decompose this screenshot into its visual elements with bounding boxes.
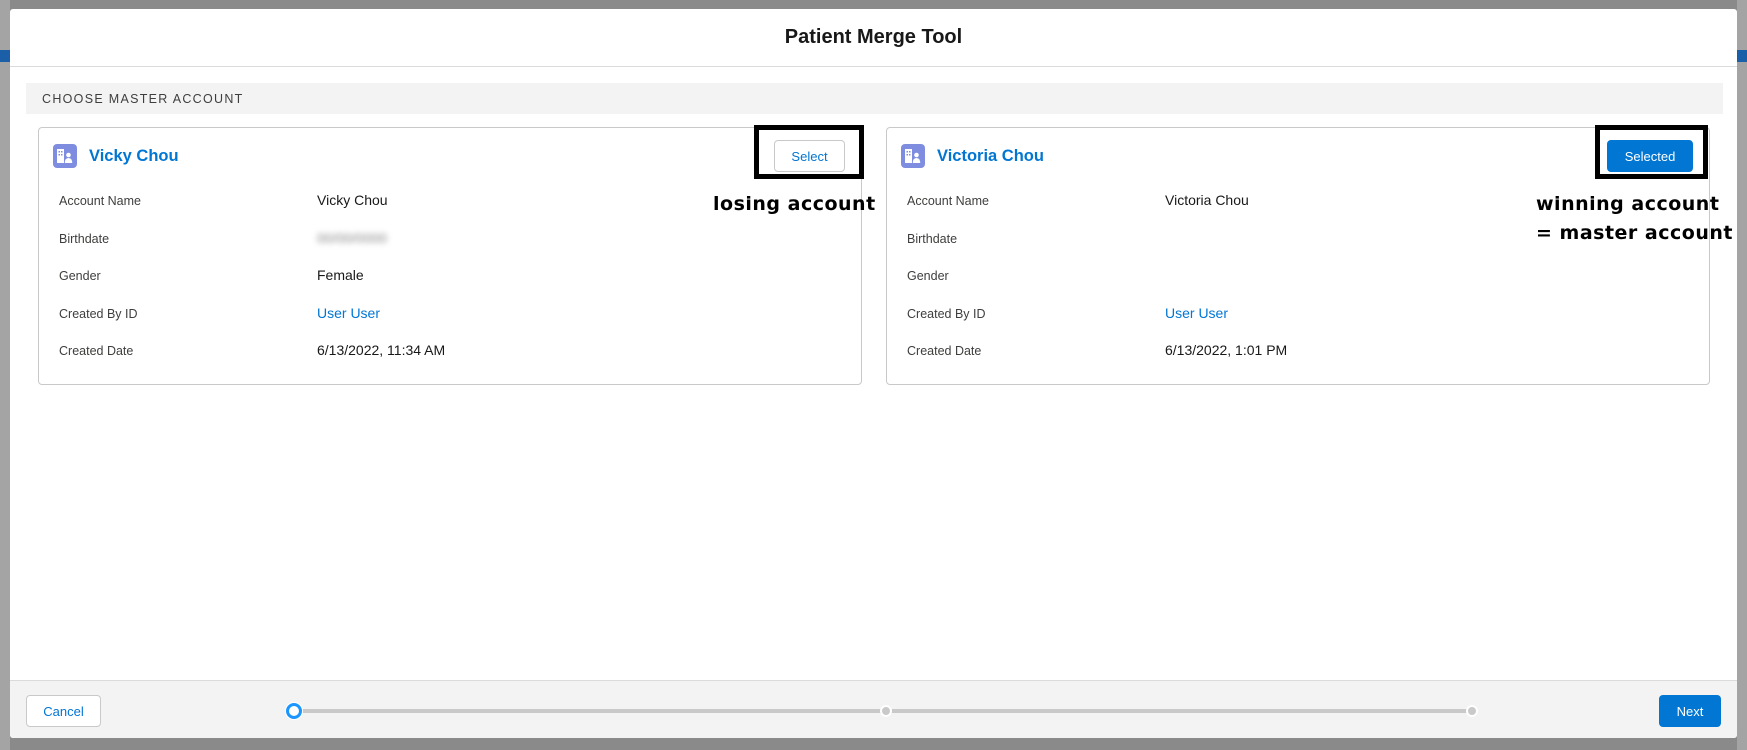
account-name-link[interactable]: Vicky Chou xyxy=(89,147,179,166)
card-header: Vicky Chou xyxy=(53,144,179,168)
winning-callout-label-2: = master account xyxy=(1536,222,1733,244)
progress-step-1[interactable] xyxy=(286,703,302,719)
created-by-link[interactable]: User User xyxy=(1165,305,1228,321)
field-value: Vicky Chou xyxy=(317,192,388,208)
field-label: Gender xyxy=(59,269,101,283)
modal-header: Patient Merge Tool xyxy=(10,9,1737,67)
cancel-button[interactable]: Cancel xyxy=(26,695,101,727)
field-label: Created By ID xyxy=(907,306,986,321)
field-value: 6/13/2022, 11:34 AM xyxy=(317,342,446,358)
field-label: Created Date xyxy=(907,344,982,358)
section-header: CHOOSE MASTER ACCOUNT xyxy=(26,83,1723,114)
account-icon xyxy=(901,144,925,168)
next-button[interactable]: Next xyxy=(1659,695,1721,727)
field-value: Female xyxy=(317,267,364,283)
merge-modal: Patient Merge Tool CHOOSE MASTER ACCOUNT… xyxy=(10,9,1737,738)
losing-callout-label: losing account xyxy=(713,193,876,215)
field-label: Birthdate xyxy=(907,231,958,246)
backdrop-right xyxy=(1737,0,1747,750)
modal-title: Patient Merge Tool xyxy=(784,26,963,48)
losing-callout-box xyxy=(754,125,864,179)
created-by-link[interactable]: User User xyxy=(317,305,380,321)
account-name-link[interactable]: Victoria Chou xyxy=(937,147,1044,166)
field-value: 6/13/2022, 1:01 PM xyxy=(1165,342,1288,358)
card-header: Victoria Chou xyxy=(901,144,1044,168)
progress-step-3[interactable] xyxy=(1466,705,1478,717)
field-label: Gender xyxy=(907,269,949,283)
field-label: Account Name xyxy=(59,194,141,208)
section-title: CHOOSE MASTER ACCOUNT xyxy=(42,91,244,106)
progress-indicator xyxy=(286,703,1478,719)
account-card-vicky: Vicky Chou Select Account Name Vicky Cho… xyxy=(38,127,862,385)
field-label: Birthdate xyxy=(59,231,110,246)
account-icon xyxy=(53,144,77,168)
progress-step-2[interactable] xyxy=(880,705,892,717)
backdrop-left xyxy=(0,0,10,750)
birthdate-blurred-value: 00/00/0000 xyxy=(317,229,388,246)
winning-callout-box xyxy=(1595,125,1708,179)
field-label: Account Name xyxy=(907,194,989,208)
winning-callout-label-1: winning account xyxy=(1536,193,1720,215)
account-card-victoria: Victoria Chou Selected Account Name Vict… xyxy=(886,127,1710,385)
field-value: Victoria Chou xyxy=(1165,192,1249,208)
field-label: Created By ID xyxy=(59,306,138,321)
field-label: Created Date xyxy=(59,344,134,358)
modal-footer: Cancel Next xyxy=(10,680,1737,738)
